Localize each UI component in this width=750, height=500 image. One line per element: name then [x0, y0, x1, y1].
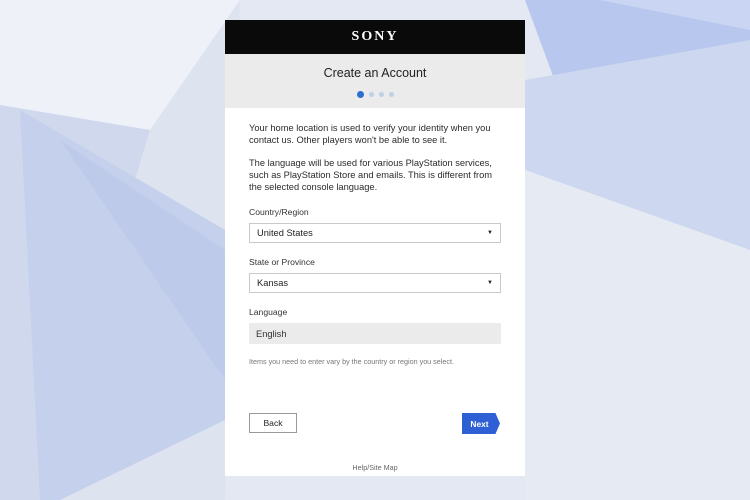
form-hint: Items you need to enter vary by the coun… — [249, 357, 454, 366]
chevron-down-icon: ▼ — [487, 280, 493, 286]
step-dot-4 — [388, 92, 394, 97]
state-select[interactable]: Kansas ▼ — [249, 273, 501, 293]
step-dot-2 — [368, 92, 374, 97]
country-label: Country/Region — [249, 207, 309, 217]
back-button[interactable]: Back — [249, 413, 297, 433]
card-header: Create an Account — [225, 54, 525, 108]
sony-logo: SONY — [351, 29, 399, 44]
step-dot-3 — [378, 92, 384, 97]
brand-bar: SONY — [225, 20, 525, 54]
intro-paragraph-location: Your home location is used to verify you… — [249, 123, 491, 145]
language-field: English — [249, 323, 501, 344]
chevron-down-icon: ▼ — [487, 230, 493, 236]
language-value: English — [256, 328, 287, 339]
page-title: Create an Account — [323, 66, 427, 80]
state-value: Kansas — [257, 278, 289, 288]
state-label: State or Province — [249, 257, 315, 267]
intro-paragraph-language: The language will be used for various Pl… — [249, 158, 493, 192]
help-site-map-link[interactable]: Help/Site Map — [225, 463, 525, 472]
signup-card: SONY Create an Account Your home locatio… — [225, 20, 525, 476]
step-dot-1 — [356, 91, 364, 98]
form-content: Your home location is used to verify you… — [225, 108, 525, 366]
country-select[interactable]: United States ▼ — [249, 223, 501, 243]
step-indicator — [225, 91, 525, 98]
next-button[interactable]: Next — [462, 413, 500, 434]
country-value: United States — [257, 228, 313, 238]
language-label: Language — [249, 307, 288, 317]
